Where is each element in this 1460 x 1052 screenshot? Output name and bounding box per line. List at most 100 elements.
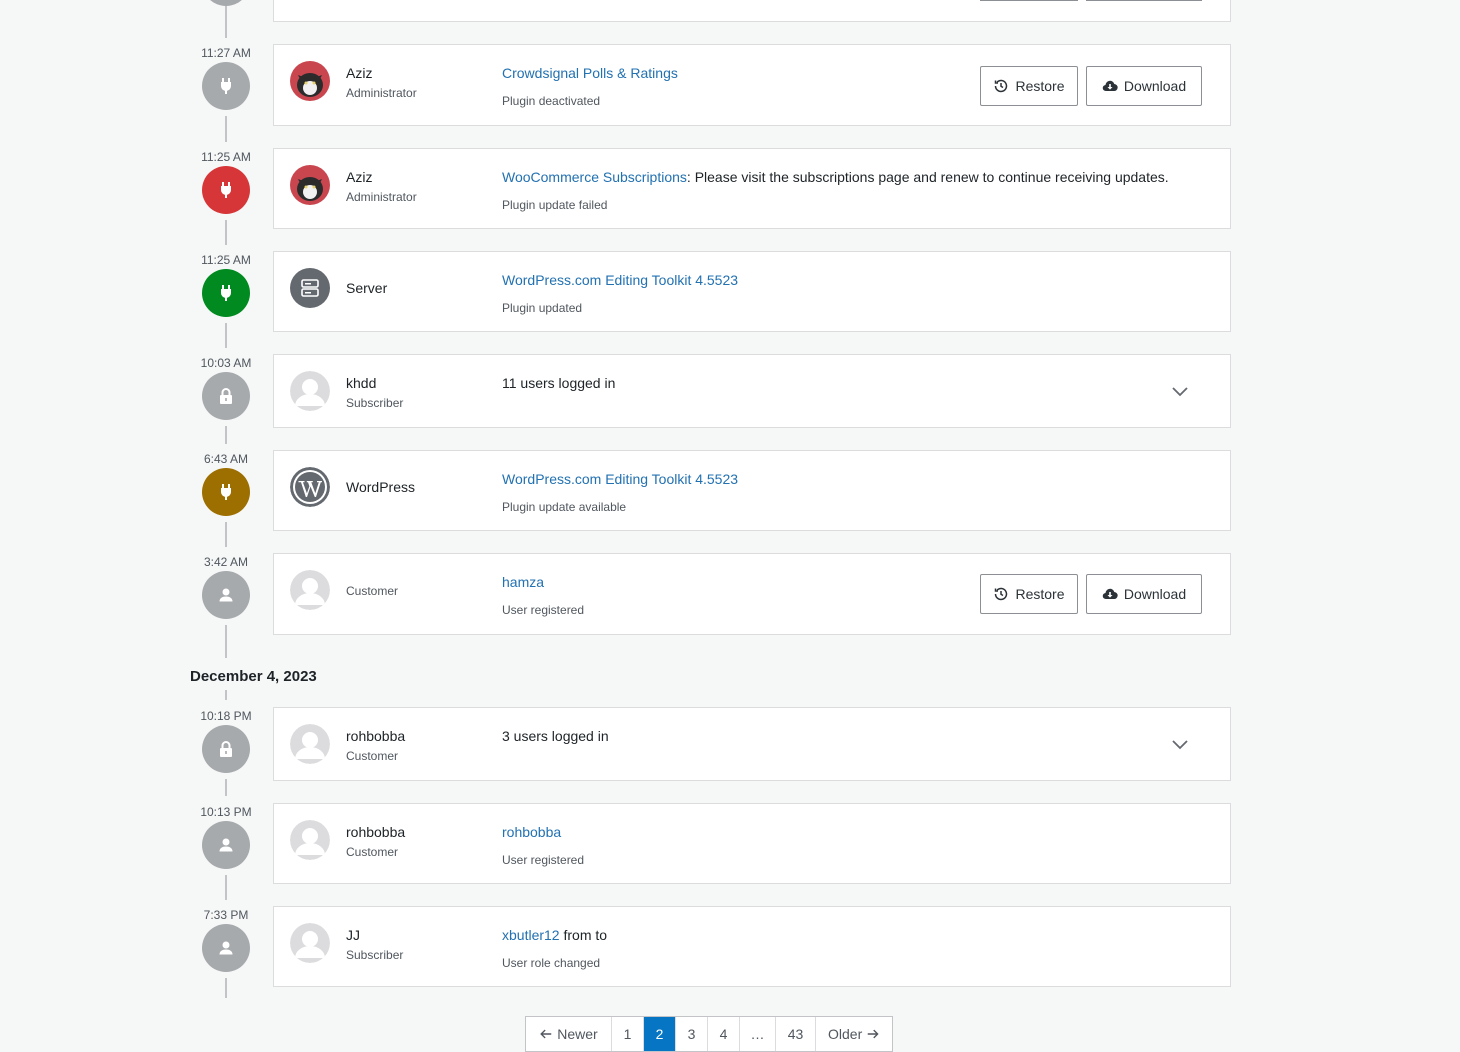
avatar-default xyxy=(290,820,330,860)
event-card: Customer hamza User registered Restore D… xyxy=(273,553,1231,635)
actor-block: JJ Subscriber xyxy=(346,927,403,962)
newer-button[interactable]: Newer xyxy=(526,1017,612,1051)
event-text: from to xyxy=(559,927,608,943)
event-card-partial xyxy=(273,0,1231,22)
event-summary: 3 users logged in xyxy=(502,728,609,744)
timeline-line xyxy=(225,690,227,700)
timeline-line xyxy=(225,978,227,998)
actor-block: Aziz Administrator xyxy=(346,169,417,204)
event-time: 7:33 PM xyxy=(203,908,249,922)
plug-icon xyxy=(221,182,231,198)
event-card: Aziz Administrator WooCommerce Subscript… xyxy=(273,148,1231,229)
event-summary: WordPress.com Editing Toolkit 4.5523 xyxy=(502,471,738,487)
actor-name: JJ xyxy=(346,927,360,943)
timeline-line xyxy=(225,522,227,547)
page-link[interactable]: 4 xyxy=(708,1017,740,1051)
event-summary: xbutler12 from to xyxy=(502,927,607,943)
event-card: rohbobba Customer rohbobba User register… xyxy=(273,803,1231,884)
restore-button-partial[interactable] xyxy=(980,0,1078,1)
user-icon xyxy=(219,838,233,852)
event-link[interactable]: xbutler12 xyxy=(502,927,560,943)
timeline-line xyxy=(225,220,227,245)
arrow-right-icon xyxy=(867,1029,879,1039)
event-icon-bubble xyxy=(202,725,250,773)
event-time: 11:25 AM xyxy=(201,150,251,164)
event-summary: WordPress.com Editing Toolkit 4.5523 xyxy=(502,272,738,288)
activity-log: 11:27 AM Aziz Administrator Crowdsignal … xyxy=(0,0,1460,1052)
event-card: rohbobba Customer 3 users logged in xyxy=(273,707,1231,781)
event-link[interactable]: Crowdsignal Polls & Ratings xyxy=(502,65,678,81)
newer-label: Newer xyxy=(557,1026,598,1042)
wordpress-logo xyxy=(290,467,330,507)
actor-role: Customer xyxy=(346,845,399,859)
download-button[interactable]: Download xyxy=(1086,66,1202,106)
timeline-line xyxy=(225,779,227,796)
actor-role: Customer xyxy=(346,584,399,598)
restore-label: Restore xyxy=(1015,586,1065,602)
server-icon xyxy=(290,268,330,308)
actor-role: Administrator xyxy=(346,86,417,100)
page-link[interactable]: 43 xyxy=(776,1017,816,1051)
actor-name: Aziz xyxy=(346,169,373,185)
event-icon-bubble xyxy=(202,924,250,972)
event-summary: 11 users logged in xyxy=(502,375,616,391)
event-subtitle: User registered xyxy=(502,853,585,867)
event-link[interactable]: hamza xyxy=(502,574,544,590)
restore-button[interactable]: Restore xyxy=(980,574,1078,614)
user-icon xyxy=(219,941,233,955)
history-icon xyxy=(995,79,1008,93)
download-label: Download xyxy=(1123,78,1187,94)
page-link-current[interactable]: 2 xyxy=(644,1017,676,1051)
event-summary: hamza xyxy=(502,574,544,590)
older-button[interactable]: Older xyxy=(816,1017,892,1051)
event-link[interactable]: WordPress.com Editing Toolkit 4.5523 xyxy=(502,471,738,487)
event-link[interactable]: WooCommerce Subscriptions xyxy=(502,169,687,185)
lock-icon xyxy=(220,388,232,404)
event-card: JJ Subscriber xbutler12 from to User rol… xyxy=(273,906,1231,987)
page-link[interactable]: 1 xyxy=(612,1017,644,1051)
actor-block: rohbobba Customer xyxy=(346,824,405,859)
chevron-down-icon[interactable] xyxy=(1170,381,1190,401)
event-subtitle: Plugin update failed xyxy=(502,198,608,212)
event-subtitle: User role changed xyxy=(502,956,601,970)
download-button-partial[interactable] xyxy=(1086,0,1202,1)
download-button[interactable]: Download xyxy=(1086,574,1202,614)
actor-role: Subscriber xyxy=(346,396,404,410)
event-link[interactable]: WordPress.com Editing Toolkit 4.5523 xyxy=(502,272,738,288)
timeline-line xyxy=(225,875,227,900)
older-label: Older xyxy=(828,1026,863,1042)
page-link[interactable]: 3 xyxy=(676,1017,708,1051)
actor-role: Customer xyxy=(346,749,399,763)
chevron-down-icon[interactable] xyxy=(1170,734,1190,754)
event-time: 10:18 PM xyxy=(200,709,252,723)
timeline-line xyxy=(225,426,227,444)
date-heading: December 4, 2023 xyxy=(190,668,317,685)
timeline-bubble xyxy=(202,0,250,6)
arrow-left-icon xyxy=(540,1029,552,1039)
event-link[interactable]: rohbobba xyxy=(502,824,561,840)
event-icon-bubble xyxy=(202,571,250,619)
event-icon-bubble xyxy=(202,166,250,214)
actor-name: rohbobba xyxy=(346,728,406,744)
avatar-cat-photo xyxy=(290,165,330,205)
avatar-cat-photo xyxy=(290,61,330,101)
timeline-line xyxy=(225,116,227,142)
event-icon-bubble xyxy=(202,821,250,869)
event-summary: rohbobba xyxy=(502,824,561,840)
event-time: 11:27 AM xyxy=(201,46,251,60)
cloud-download-icon xyxy=(1102,588,1118,600)
event-text: : Please visit the subscriptions page an… xyxy=(686,169,1169,185)
plug-icon xyxy=(221,484,231,500)
event-summary: WooCommerce Subscriptions: Please visit … xyxy=(502,169,1169,185)
event-subtitle: Plugin update available xyxy=(502,500,627,514)
event-time: 10:13 PM xyxy=(200,805,252,819)
event-icon-bubble xyxy=(202,62,250,110)
actor-name: Server xyxy=(346,280,388,296)
timeline-line xyxy=(225,625,227,658)
actor-name: WordPress xyxy=(346,479,415,495)
plug-icon xyxy=(221,285,231,301)
cloud-download-icon xyxy=(1102,80,1118,92)
event-subtitle: Plugin deactivated xyxy=(502,94,601,108)
restore-button[interactable]: Restore xyxy=(980,66,1078,106)
event-card: WordPress WordPress.com Editing Toolkit … xyxy=(273,450,1231,531)
